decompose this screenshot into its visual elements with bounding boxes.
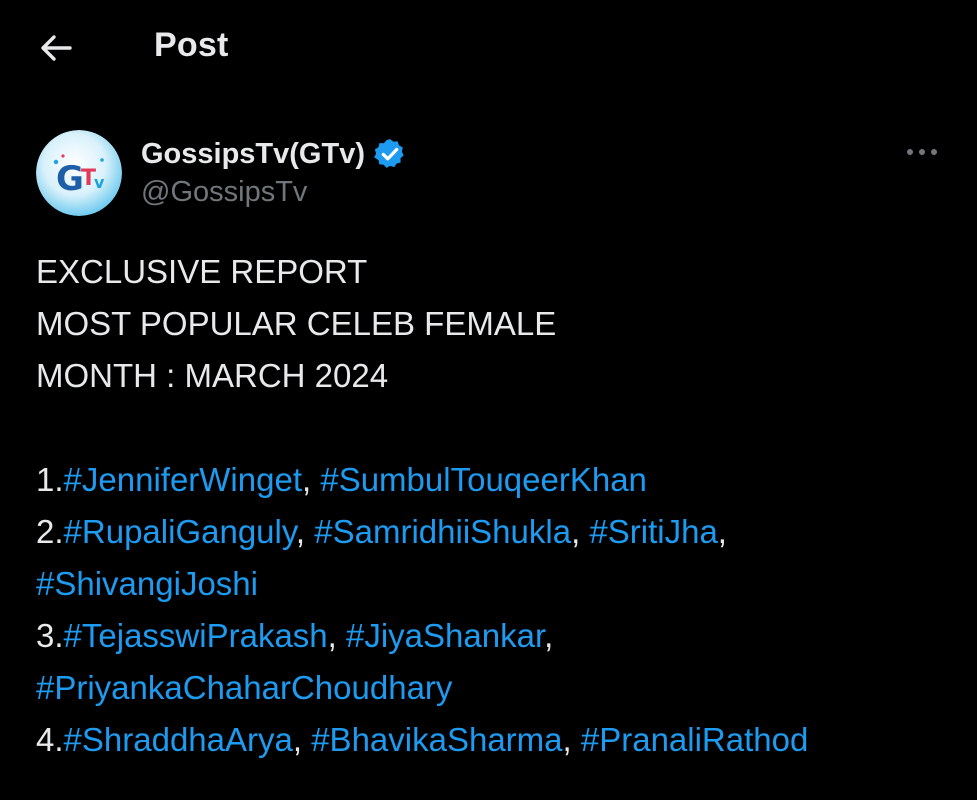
rank-number: 1. bbox=[36, 461, 64, 498]
ranking-list: 1.#JenniferWinget, #SumbulTouqeerKhan 2.#… bbox=[36, 454, 956, 766]
rank-number: 4. bbox=[36, 721, 64, 758]
post-page: Post G T v GossipsTv(GTv) @GossipsTv EXC… bbox=[0, 0, 977, 800]
ranking-line: 1.#JenniferWinget, #SumbulTouqeerKhan bbox=[36, 461, 647, 498]
hashtag-link[interactable]: #JiyaShankar bbox=[346, 617, 544, 654]
svg-text:v: v bbox=[94, 173, 105, 192]
more-options-button[interactable] bbox=[900, 136, 944, 168]
author-name[interactable]: GossipsTv(GTv) bbox=[141, 138, 365, 171]
svg-text:G: G bbox=[56, 159, 84, 199]
ranking-line: #ShivangiJoshi bbox=[36, 558, 956, 610]
gtv-logo-icon: G T v bbox=[36, 130, 122, 216]
hashtag-link[interactable]: #BhavikaSharma bbox=[311, 721, 562, 758]
hashtag-link[interactable]: #SritiJha bbox=[589, 513, 717, 550]
arrow-left-icon bbox=[41, 35, 72, 61]
tweet-heading-line: MOST POPULAR CELEB FEMALE bbox=[36, 305, 557, 342]
rank-number: 2. bbox=[36, 513, 64, 550]
ranking-line: #PriyankaChaharChoudhary bbox=[36, 662, 956, 714]
ranking-line: 3.#TejasswiPrakash, #JiyaShankar, bbox=[36, 617, 554, 654]
hashtag-link[interactable]: #RupaliGanguly bbox=[64, 513, 296, 550]
ranking-line: 2.#RupaliGanguly, #SamridhiiShukla, #Sri… bbox=[36, 513, 727, 550]
author-handle[interactable]: @GossipsTv bbox=[141, 176, 307, 209]
avatar[interactable]: G T v bbox=[36, 130, 122, 216]
hashtag-link[interactable]: #SumbulTouqeerKhan bbox=[320, 461, 647, 498]
back-button[interactable] bbox=[34, 28, 78, 68]
tweet-heading-line: MONTH : MARCH 2024 bbox=[36, 357, 389, 394]
hashtag-link[interactable]: #TejasswiPrakash bbox=[64, 617, 328, 654]
top-bar: Post bbox=[0, 0, 977, 96]
rank-number: 3. bbox=[36, 617, 64, 654]
page-title: Post bbox=[154, 26, 229, 64]
verified-badge-icon[interactable] bbox=[373, 137, 407, 171]
tweet-text: EXCLUSIVE REPORT MOST POPULAR CELEB FEMA… bbox=[36, 246, 956, 766]
ranking-line: 4.#ShraddhaArya, #BhavikaSharma, #Pranal… bbox=[36, 721, 809, 758]
more-horizontal-icon bbox=[907, 149, 937, 155]
hashtag-link[interactable]: #ShivangiJoshi bbox=[36, 565, 258, 602]
tweet-heading-line: EXCLUSIVE REPORT bbox=[36, 253, 368, 290]
hashtag-link[interactable]: #SamridhiiShukla bbox=[314, 513, 571, 550]
author-name-row: GossipsTv(GTv) bbox=[141, 134, 407, 174]
hashtag-link[interactable]: #JenniferWinget bbox=[64, 461, 302, 498]
hashtag-link[interactable]: #ShraddhaArya bbox=[64, 721, 293, 758]
hashtag-link[interactable]: #PranaliRathod bbox=[581, 721, 809, 758]
hashtag-link[interactable]: #PriyankaChaharChoudhary bbox=[36, 669, 452, 706]
